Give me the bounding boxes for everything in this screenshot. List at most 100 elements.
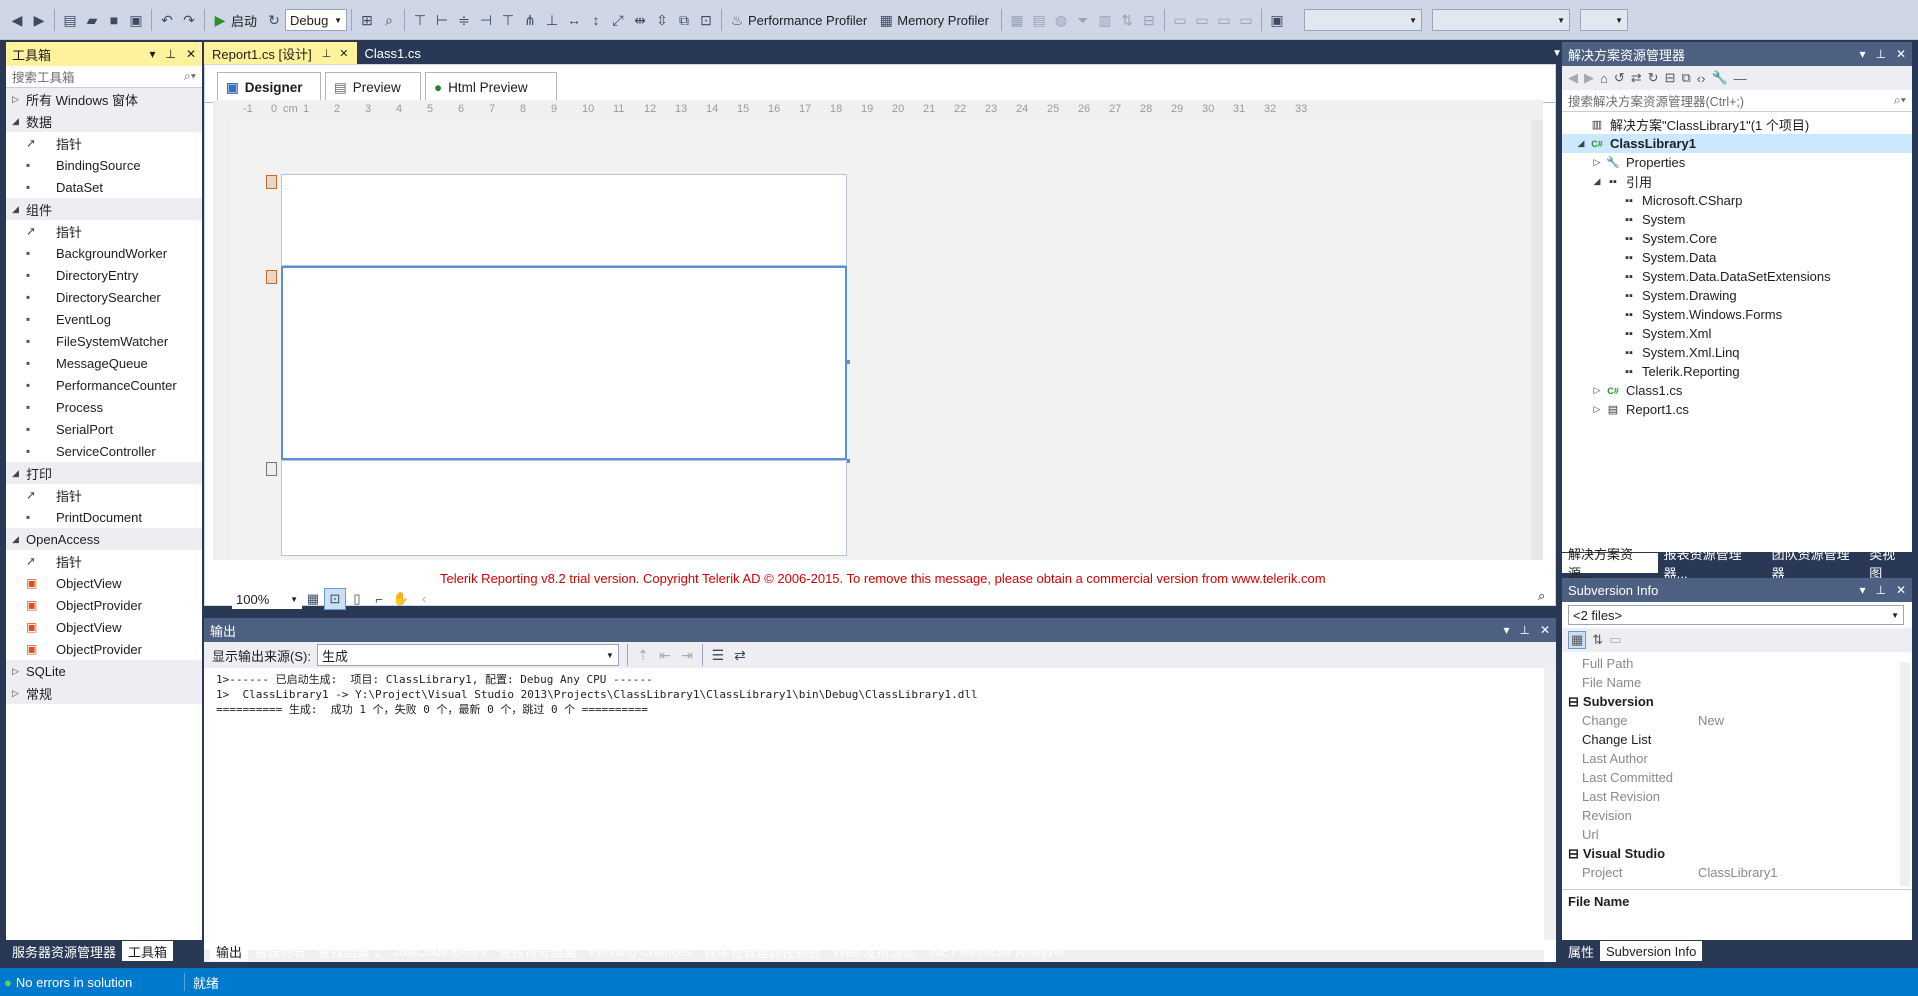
tree-node[interactable]: ▪▪ System.Drawing: [1562, 286, 1912, 305]
align-top-icon[interactable]: ⊤: [497, 9, 519, 31]
vertical-scrollbar[interactable]: [1531, 120, 1543, 560]
expanded-arrow-icon[interactable]: ◢: [1574, 138, 1588, 149]
vertical-scrollbar[interactable]: [1544, 668, 1556, 940]
tab-class1[interactable]: Class1.cs: [357, 42, 429, 64]
property-row[interactable]: Revision: [1562, 806, 1912, 825]
tree-node[interactable]: ◢ C# ClassLibrary1: [1562, 134, 1912, 153]
tree-node[interactable]: ▷ ▤ Report1.cs: [1562, 400, 1912, 419]
tab-properties[interactable]: 属性: [1562, 941, 1600, 961]
toolbox-group[interactable]: ▷ 所有 Windows 窗体: [6, 88, 202, 110]
group-icon[interactable]: ⊟: [1138, 9, 1160, 31]
toolbox-item[interactable]: ▪ DirectoryEntry: [6, 264, 202, 286]
config-select[interactable]: Debug ▼: [285, 9, 348, 31]
pin-icon[interactable]: ⊥: [165, 47, 175, 61]
property-row[interactable]: Last Revision: [1562, 787, 1912, 806]
toolbox-item[interactable]: ➚ 指针: [6, 484, 202, 506]
size-both-icon[interactable]: ⤢: [607, 9, 629, 31]
toolbox-group[interactable]: ▷ 常规: [6, 682, 202, 704]
expanded-arrow-icon[interactable]: ◢: [12, 468, 26, 479]
output-tab[interactable]: Pending Changes: [583, 941, 698, 961]
toolbox-item[interactable]: ▣ ObjectProvider: [6, 638, 202, 660]
toolbox-item[interactable]: ▣ ObjectView: [6, 572, 202, 594]
attach-icon[interactable]: ⊞: [356, 9, 378, 31]
tab-toolbox[interactable]: 工具箱: [122, 941, 174, 961]
toolbox-item[interactable]: ▪ PerformanceCounter: [6, 374, 202, 396]
output-source-select[interactable]: 生成 ▼: [316, 644, 619, 666]
solution-search-input[interactable]: 搜索解决方案资源管理器(Ctrl+;) ⌕▾: [1562, 90, 1912, 112]
toolbox-group[interactable]: ▷ SQLite: [6, 660, 202, 682]
tree-node[interactable]: ▪▪ Microsoft.CSharp: [1562, 191, 1912, 210]
expanded-arrow-icon[interactable]: ◢: [12, 204, 26, 215]
property-row[interactable]: Url: [1562, 825, 1912, 844]
dropdown-icon[interactable]: ▾: [149, 47, 155, 61]
align-bottom-icon[interactable]: ⊥: [541, 9, 563, 31]
toolbox-item[interactable]: ▪ BindingSource: [6, 154, 202, 176]
detail-band[interactable]: [281, 266, 850, 463]
property-row[interactable]: Full Path: [1562, 654, 1912, 673]
table-icon[interactable]: ▤: [1028, 9, 1050, 31]
home-icon[interactable]: ⌂: [1600, 71, 1608, 86]
chart-icon[interactable]: ▥: [1094, 9, 1116, 31]
clear-all-icon[interactable]: ☰: [707, 644, 729, 666]
tab-designer[interactable]: ▣ Designer: [217, 72, 321, 102]
expanded-arrow-icon[interactable]: ◢: [12, 534, 26, 545]
dropdown-icon[interactable]: ▾: [1859, 583, 1865, 597]
find-previous-icon[interactable]: ⇡: [632, 644, 654, 666]
collapsed-arrow-icon[interactable]: ▷: [1590, 385, 1604, 396]
back-icon[interactable]: ◀: [6, 9, 28, 31]
refresh-icon[interactable]: ↻: [1648, 70, 1659, 86]
tree-node[interactable]: ▥ 解决方案"ClassLibrary1"(1 个项目): [1562, 115, 1912, 134]
output-tab[interactable]: .NET Reflector Analyzer: [921, 941, 1071, 961]
property-row[interactable]: Change List: [1562, 730, 1912, 749]
code-icon[interactable]: ‹›: [1697, 71, 1706, 86]
toolbox-item[interactable]: ▪ DirectorySearcher: [6, 286, 202, 308]
output-tab[interactable]: Web 发布活动: [827, 941, 921, 961]
tree-node[interactable]: ▪▪ System.Data.DataSetExtensions: [1562, 267, 1912, 286]
output-tab[interactable]: 查找结果 1: [312, 941, 387, 961]
layout3-icon[interactable]: ▭: [1213, 9, 1235, 31]
zoom-select[interactable]: 100% ▼: [232, 589, 302, 609]
grid-icon[interactable]: ▦: [1006, 9, 1028, 31]
toolbox-item[interactable]: ➚ 指针: [6, 132, 202, 154]
layout2-icon[interactable]: ▭: [1191, 9, 1213, 31]
collapsed-arrow-icon[interactable]: ▷: [12, 94, 26, 105]
align-right-icon[interactable]: ⊣: [475, 9, 497, 31]
property-row[interactable]: Change New: [1562, 711, 1912, 730]
memory-profiler-button[interactable]: Memory Profiler: [897, 13, 989, 28]
tab-html-preview[interactable]: ● Html Preview: [425, 72, 557, 102]
align-middle-icon[interactable]: ⋔: [519, 9, 541, 31]
tree-node[interactable]: ▪▪ System.Windows.Forms: [1562, 305, 1912, 324]
connector-icon[interactable]: ⌐: [368, 588, 390, 610]
size-width-icon[interactable]: ↔: [563, 9, 585, 31]
subversion-file-select[interactable]: <2 files> ▼: [1568, 605, 1904, 625]
toolbox-item[interactable]: ➚ 指针: [6, 220, 202, 242]
tree-node[interactable]: ▪▪ System.Xml.Linq: [1562, 343, 1912, 362]
page-header-band[interactable]: [281, 174, 847, 266]
pin-icon[interactable]: ⊥: [1875, 583, 1885, 597]
window-icon[interactable]: ▣: [1266, 9, 1288, 31]
expanded-arrow-icon[interactable]: ◢: [1590, 176, 1604, 187]
property-category[interactable]: ⊟ Subversion: [1562, 692, 1912, 711]
tree-node[interactable]: ▷ 🔧 Properties: [1562, 153, 1912, 172]
property-row[interactable]: Last Committed: [1562, 768, 1912, 787]
spacing-v-icon[interactable]: ⇳: [651, 9, 673, 31]
tree-node[interactable]: ◢ ▪▪ 引用: [1562, 172, 1912, 191]
tab-subversion-info[interactable]: Subversion Info: [1600, 941, 1703, 961]
close-icon[interactable]: ✕: [339, 47, 348, 60]
collapse-all-icon[interactable]: ⊟: [1665, 70, 1676, 86]
resize-handle[interactable]: [846, 360, 850, 364]
sort-icon[interactable]: ⇅: [1116, 9, 1138, 31]
toolbox-item[interactable]: ▪ DataSet: [6, 176, 202, 198]
output-text[interactable]: 1>------ 已启动生成: 项目: ClassLibrary1, 配置: D…: [204, 668, 1556, 721]
open-file-icon[interactable]: ▰: [81, 9, 103, 31]
forward-icon[interactable]: ▶: [1584, 70, 1594, 86]
collapsed-arrow-icon[interactable]: ▷: [1590, 157, 1604, 168]
status-errors[interactable]: No errors in solution: [16, 975, 176, 990]
search-icon[interactable]: ⌕▾: [1894, 93, 1906, 108]
history-icon[interactable]: ↺: [1614, 70, 1625, 86]
collapsed-arrow-icon[interactable]: ▷: [1590, 404, 1604, 415]
pin-icon[interactable]: ⊥: [1875, 47, 1885, 61]
tree-node[interactable]: ▪▪ System.Data: [1562, 248, 1912, 267]
find-icon[interactable]: ⌕: [378, 9, 400, 31]
refresh-icon[interactable]: ↻: [263, 9, 285, 31]
